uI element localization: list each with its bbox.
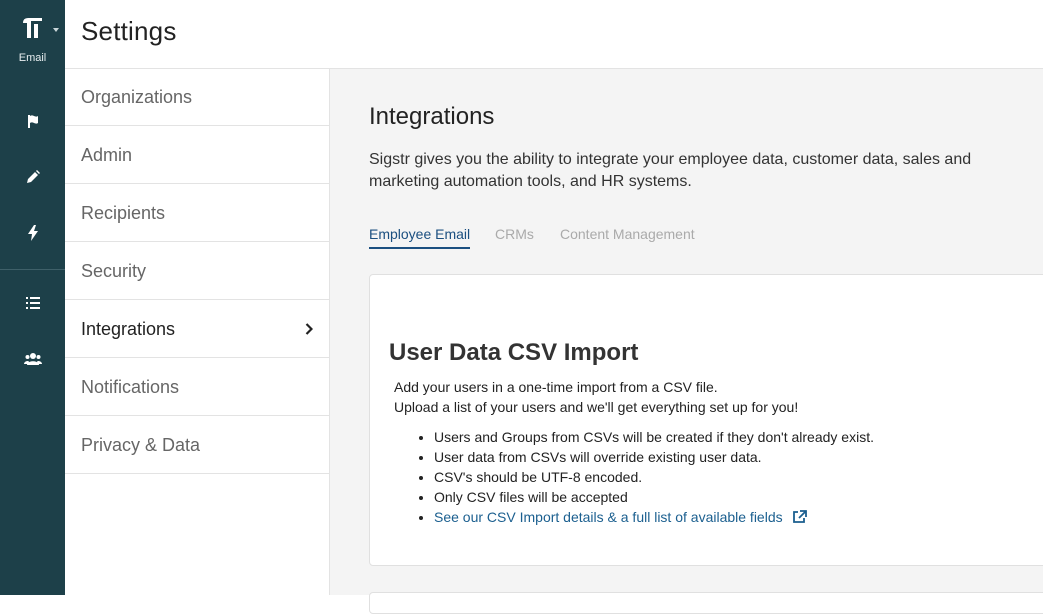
nav-item-admin[interactable]: Admin — [65, 127, 329, 184]
main-content: Integrations Sigstr gives you the abilit… — [330, 69, 1043, 614]
nav-item-label: Privacy & Data — [81, 434, 201, 455]
page-title: Settings — [81, 16, 177, 46]
card-description: Add your users in a one-time import from… — [394, 377, 798, 417]
tab-crms[interactable]: CRMs — [495, 226, 534, 247]
settings-nav: Organizations Admin Recipients Security … — [65, 69, 330, 595]
nav-item-notifications[interactable]: Notifications — [65, 359, 329, 416]
app-rail: Email — [0, 0, 65, 595]
next-integration-card — [369, 592, 1043, 614]
list-item: Users and Groups from CSVs will be creat… — [434, 427, 874, 447]
section-title: Integrations — [369, 103, 495, 130]
rail-divider — [0, 269, 65, 270]
pen-icon[interactable] — [0, 165, 65, 189]
nav-item-integrations[interactable]: Integrations — [65, 301, 329, 358]
nav-item-label: Integrations — [81, 318, 176, 339]
list-item: See our CSV Import details & a full list… — [434, 507, 874, 527]
tab-employee-email[interactable]: Employee Email — [369, 226, 471, 249]
list-item: CSV's should be UTF-8 encoded. — [434, 467, 874, 487]
nav-item-label: Security — [81, 260, 147, 281]
csv-details-link-text: See our CSV Import details & a full list… — [434, 509, 783, 525]
section-intro: Sigstr gives you the ability to integrat… — [369, 151, 972, 190]
lightning-icon[interactable] — [0, 221, 65, 245]
tab-content-management[interactable]: Content Management — [560, 226, 695, 247]
external-link-icon — [792, 510, 807, 523]
users-icon[interactable] — [0, 347, 65, 371]
list-item: User data from CSVs will override existi… — [434, 447, 874, 467]
csv-requirements-list: Users and Groups from CSVs will be creat… — [394, 427, 874, 527]
nav-item-privacy-data[interactable]: Privacy & Data — [65, 417, 329, 474]
sigstr-logo-icon — [22, 18, 42, 38]
nav-item-recipients[interactable]: Recipients — [65, 185, 329, 242]
list-icon[interactable] — [0, 291, 65, 315]
chevron-down-icon — [53, 28, 59, 32]
list-item: Only CSV files will be accepted — [434, 487, 874, 507]
nav-item-security[interactable]: Security — [65, 243, 329, 300]
app-switcher[interactable] — [0, 14, 65, 40]
chevron-right-icon — [305, 323, 313, 335]
card-description-line: Upload a list of your users and we'll ge… — [394, 399, 799, 415]
nav-item-label: Admin — [81, 144, 133, 165]
nav-item-organizations[interactable]: Organizations — [65, 69, 329, 126]
card-title: User Data CSV Import — [389, 339, 639, 366]
flag-icon[interactable] — [0, 109, 65, 133]
card-description-line: Add your users in a one-time import from… — [394, 379, 718, 395]
nav-item-label: Recipients — [81, 202, 166, 223]
app-label: Email — [18, 52, 47, 64]
csv-details-link[interactable]: See our CSV Import details & a full list… — [434, 509, 807, 525]
page-header: Settings — [65, 0, 1043, 69]
nav-item-label: Organizations — [81, 86, 193, 107]
csv-import-card: User Data CSV Import Add your users in a… — [369, 274, 1043, 566]
nav-item-label: Notifications — [81, 376, 180, 397]
